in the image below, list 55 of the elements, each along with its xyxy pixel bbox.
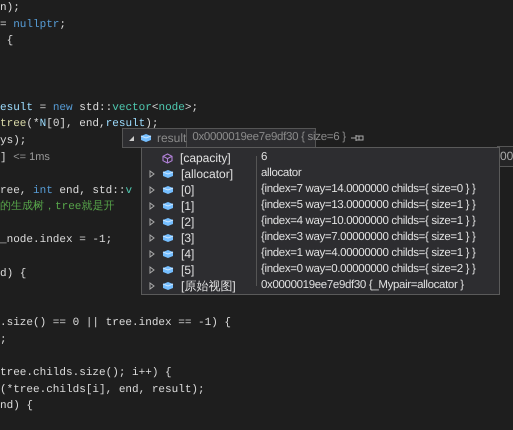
member-value: 0x0000019ee7e9df30 {_Mypair=allocator } <box>260 278 464 294</box>
pin-icon[interactable] <box>350 134 364 142</box>
member-name: [5] <box>181 262 194 279</box>
code-line: ys); <box>0 134 26 147</box>
field-icon <box>162 233 174 243</box>
collapse-arrow-icon[interactable] <box>128 134 135 142</box>
variable-value: 0x0000019ee7e9df30 { size=6 } <box>192 130 346 146</box>
code-line: tree(*N[0], end,result); <box>0 118 158 130</box>
member-value: allocator <box>260 166 302 182</box>
field-icon <box>162 281 174 291</box>
expand-arrow-icon[interactable] <box>149 234 155 242</box>
member-value: 6 <box>260 150 268 166</box>
expand-arrow-icon[interactable] <box>149 186 155 194</box>
expand-arrow-icon[interactable] <box>149 266 155 274</box>
expand-arrow-icon[interactable] <box>149 202 155 210</box>
code-line: d) { <box>0 268 26 280</box>
expand-arrow-icon[interactable] <box>149 218 155 226</box>
field-icon <box>162 249 174 259</box>
field-icon <box>162 201 174 211</box>
code-line: ] <= 1ms <box>0 152 50 164</box>
code-line: n); <box>0 2 20 14</box>
field-icon <box>140 133 152 143</box>
code-line: 的生成树，tree就是开 <box>0 201 114 214</box>
member-value: {index=0 way=0.00000000 childs={ size=2 } } <box>260 262 476 278</box>
code-line: nd) { <box>0 400 34 412</box>
member-name: [allocator] <box>181 166 234 183</box>
member-value: {index=4 way=10.0000000 childs={ size=1 } } <box>260 214 476 230</box>
code-line: tree.childs.size(); i++) { <box>0 367 172 380</box>
expand-arrow-icon[interactable] <box>149 250 155 258</box>
code-line: = nullptr; <box>0 18 66 31</box>
field-icon <box>162 169 174 179</box>
code-line: ; <box>0 334 7 346</box>
cube-icon <box>162 152 173 164</box>
member-name: [capacity] <box>180 150 231 167</box>
code-line: .size() == 0 || tree.index == -1) { <box>0 317 232 330</box>
code-line: _node.index = -1; <box>0 234 112 246</box>
expand-arrow-icon[interactable] <box>149 170 155 178</box>
member-name: [4] <box>181 246 194 263</box>
member-name: [0] <box>181 182 194 199</box>
expand-arrow-icon[interactable] <box>149 282 155 290</box>
member-name: [原始视图] <box>181 278 236 295</box>
field-icon <box>162 217 174 227</box>
member-name: [3] <box>181 230 194 247</box>
code-line: (*tree.childs[i], end, result); <box>0 384 205 396</box>
member-value: {index=1 way=4.00000000 childs={ size=1 } } <box>260 246 476 262</box>
member-value: {index=5 way=13.0000000 childs={ size=1 } } <box>260 198 476 214</box>
code-line: esult = new std::vector<node>; <box>0 102 198 114</box>
member-name: [2] <box>181 214 194 231</box>
member-name: [1] <box>181 198 194 215</box>
field-icon <box>162 265 174 275</box>
field-icon <box>162 185 174 195</box>
member-value: {index=7 way=14.0000000 childs={ size=0 } } <box>260 182 476 198</box>
member-value: {index=3 way=7.00000000 childs={ size=1 } } <box>260 230 476 246</box>
code-line: ree, int end, std::v <box>0 184 132 197</box>
code-line: { <box>6 35 14 48</box>
